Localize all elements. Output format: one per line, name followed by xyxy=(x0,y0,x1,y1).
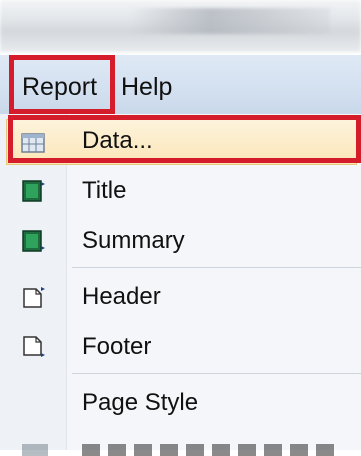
title-band-icon xyxy=(22,180,45,202)
menu-item-page-style-label: Page Style xyxy=(82,389,199,416)
window-titlebar-blurred xyxy=(0,0,361,52)
menu-item-summary-label: Summary xyxy=(82,227,185,254)
menu-item-data-label: Data... xyxy=(82,127,153,154)
menu-item-data[interactable]: Data... xyxy=(0,119,361,165)
menu-separator xyxy=(72,373,361,374)
page-footer-icon xyxy=(23,336,45,357)
page-header-icon xyxy=(23,287,45,308)
menu-bar: Report Help xyxy=(0,55,361,114)
menu-item-footer-label: Footer xyxy=(82,333,152,360)
menu-item-page-style[interactable]: Page Style xyxy=(0,379,361,427)
report-dropdown-menu: Data... Title Summary Header Footer Page… xyxy=(0,114,361,456)
menu-item-title[interactable]: Title xyxy=(0,167,361,215)
menu-item-hover-highlight xyxy=(6,119,357,165)
menu-help[interactable]: Help xyxy=(121,71,172,103)
menu-item-cut-off xyxy=(0,436,361,456)
menu-item-header-label: Header xyxy=(82,283,161,310)
menu-report[interactable]: Report xyxy=(22,71,97,103)
cut-off-icon xyxy=(22,444,48,456)
menu-item-footer[interactable]: Footer xyxy=(0,323,361,371)
menu-item-summary[interactable]: Summary xyxy=(0,217,361,265)
menu-separator xyxy=(72,267,361,268)
cut-off-label xyxy=(82,444,342,456)
menu-item-header[interactable]: Header xyxy=(0,273,361,321)
summary-band-icon xyxy=(22,230,45,252)
data-table-icon xyxy=(21,133,45,153)
menu-item-title-label: Title xyxy=(82,177,127,204)
